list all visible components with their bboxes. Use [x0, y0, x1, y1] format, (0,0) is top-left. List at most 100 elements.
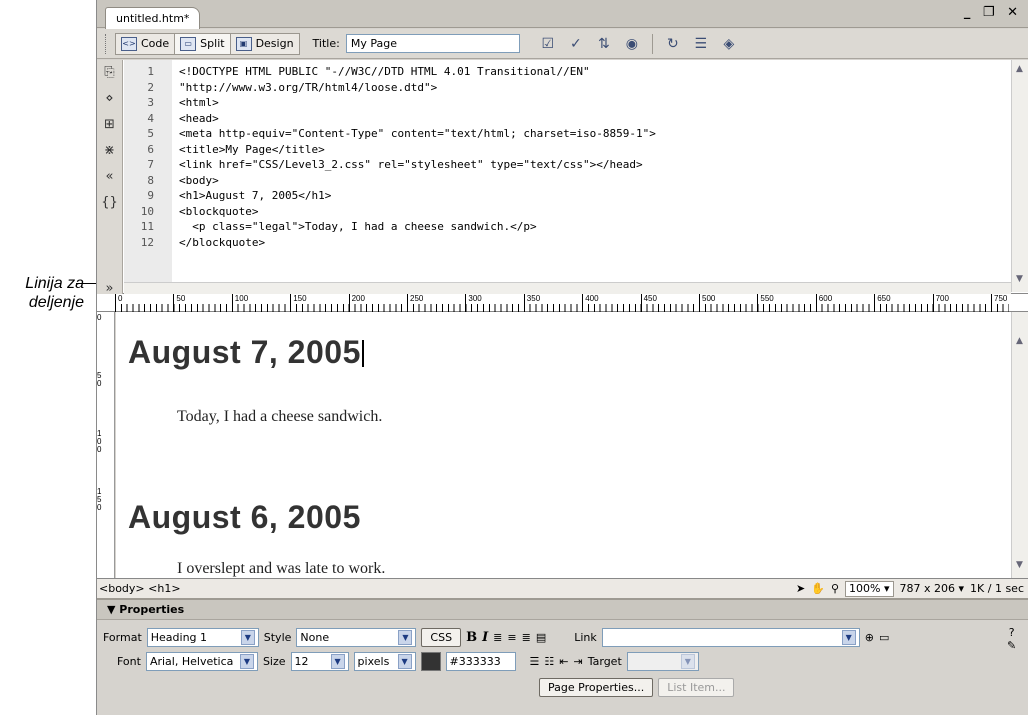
indent-icon[interactable]: ⇥ — [574, 655, 583, 668]
zoom-select[interactable]: 100% ▾ — [845, 580, 894, 597]
code-line[interactable]: <blockquote> — [179, 204, 1009, 220]
properties-header[interactable]: ▼ Properties — [97, 600, 1028, 620]
ruler-mark: 200 — [348, 294, 365, 312]
heading-august-7-text: August 7, 2005 — [128, 334, 361, 370]
scroll-up-icon[interactable]: ▲ — [1016, 336, 1023, 346]
scroll-up-icon[interactable]: ▲ — [1016, 64, 1023, 74]
format-select[interactable]: Heading 1 ▼ — [146, 628, 259, 647]
bold-button[interactable]: B — [466, 630, 477, 645]
font-label: Font — [117, 655, 141, 668]
text-color-input[interactable]: #333333 — [445, 652, 516, 671]
code-line[interactable]: <link href="CSS/Level3_2.css" rel="style… — [179, 157, 1009, 173]
align-center-icon[interactable]: ≡ — [507, 631, 516, 644]
document-tab[interactable]: untitled.htm* — [105, 7, 201, 29]
zoom-value: 100% — [849, 581, 881, 595]
code-line[interactable]: <body> — [179, 173, 1009, 189]
align-justify-icon[interactable]: ▤ — [536, 631, 546, 644]
expand-all-icon[interactable]: ⋇ — [97, 138, 122, 164]
quick-tag-editor-icon[interactable]: ✎ — [1007, 639, 1016, 652]
target-select[interactable]: ▼ — [626, 652, 699, 671]
toolbar-grip[interactable] — [105, 33, 109, 54]
paragraph-today[interactable]: Today, I had a cheese sandwich. — [177, 408, 382, 426]
scroll-down-icon[interactable]: ▼ — [1016, 274, 1023, 284]
heading-august-6[interactable]: August 6, 2005 — [128, 499, 361, 536]
browse-folder-icon[interactable]: ▭ — [879, 631, 889, 644]
validate-icon[interactable]: ☑ — [534, 36, 562, 52]
design-view-button[interactable]: ▣ Design — [229, 32, 300, 55]
collapse-tag-icon[interactable]: ⋄ — [97, 86, 122, 112]
unit-select[interactable]: pixels ▼ — [353, 652, 416, 671]
code-line[interactable]: <h1>August 7, 2005</h1> — [179, 188, 1009, 204]
vruler-mark: 5 0 — [97, 371, 102, 388]
ruler-mark: 450 — [640, 294, 657, 312]
select-parent-tag-icon[interactable]: « — [97, 164, 122, 190]
code-horizontal-scrollbar[interactable] — [124, 282, 1011, 294]
outdent-icon[interactable]: ⇤ — [559, 655, 568, 668]
select-tool-icon[interactable]: ➤ — [796, 582, 805, 595]
size-select[interactable]: 12 ▼ — [290, 652, 349, 671]
css-button[interactable]: CSS — [421, 628, 462, 647]
refresh-icon[interactable]: ↻ — [659, 36, 687, 52]
chevron-down-icon: ▼ — [397, 654, 412, 669]
size-value: 12 — [294, 655, 309, 668]
italic-button[interactable]: I — [482, 630, 488, 645]
code-line[interactable]: <meta http-equiv="Content-Type" content=… — [179, 126, 1009, 142]
restore-icon[interactable]: ❐ — [983, 5, 999, 20]
ordered-list-icon[interactable]: ☷ — [544, 655, 554, 668]
design-view[interactable]: August 7, 2005 Today, I had a cheese san… — [116, 312, 1012, 578]
code-line[interactable]: <head> — [179, 111, 1009, 127]
align-left-icon[interactable]: ≣ — [493, 631, 502, 644]
list-item-button[interactable]: List Item... — [658, 678, 735, 697]
open-documents-icon[interactable]: ⎘ — [97, 60, 122, 86]
code-vertical-scrollbar[interactable]: ▲ ▼ — [1011, 60, 1028, 292]
close-icon[interactable]: ✕ — [1007, 5, 1022, 20]
code-line[interactable]: </blockquote> — [179, 235, 1009, 251]
font-select[interactable]: Arial, Helvetica ▼ — [145, 652, 258, 671]
preview-browser-icon[interactable]: ◉ — [618, 36, 646, 52]
align-right-icon[interactable]: ≣ — [522, 631, 531, 644]
page-title-input[interactable] — [345, 34, 520, 53]
code-view-button[interactable]: <> Code — [115, 32, 176, 55]
toolbar-separator — [651, 33, 653, 54]
window-size-select[interactable]: 787 x 206 ▾ — [900, 582, 965, 595]
tag-selector[interactable]: <body> <h1> — [99, 582, 796, 595]
chevron-down-icon: ▼ — [330, 654, 345, 669]
page-properties-button[interactable]: Page Properties... — [539, 678, 654, 697]
chevron-down-icon: ▼ — [841, 630, 856, 645]
code-editor[interactable]: <!DOCTYPE HTML PUBLIC "-//W3C//DTD HTML … — [179, 64, 1009, 250]
hand-tool-icon[interactable]: ✋ — [811, 582, 825, 595]
code-line[interactable]: <html> — [179, 95, 1009, 111]
view-options-icon[interactable]: ☰ — [687, 36, 715, 52]
file-management-icon[interactable]: ⇅ — [590, 36, 618, 52]
zoom-tool-icon[interactable]: ⚲ — [831, 582, 839, 595]
split-view-button[interactable]: ▭ Split — [174, 32, 231, 55]
code-line[interactable]: "http://www.w3.org/TR/html4/loose.dtd"> — [179, 80, 1009, 96]
ruler-mark: 0 — [115, 294, 122, 312]
code-line[interactable]: <p class="legal">Today, I had a cheese s… — [179, 219, 1009, 235]
code-view-label: Code — [141, 37, 170, 50]
scroll-down-icon[interactable]: ▼ — [1016, 560, 1023, 570]
visual-aids-icon[interactable]: ◈ — [715, 36, 743, 52]
text-color-swatch[interactable] — [420, 652, 441, 671]
minimize-icon[interactable]: _ — [964, 5, 975, 20]
collapse-selection-icon[interactable]: ⊞ — [97, 112, 122, 138]
unordered-list-icon[interactable]: ☰ — [530, 655, 540, 668]
ruler-mark: 50 — [173, 294, 185, 312]
link-input[interactable]: ▼ — [601, 628, 860, 647]
heading-august-7[interactable]: August 7, 2005 — [128, 334, 364, 371]
code-line[interactable]: <title>My Page</title> — [179, 142, 1009, 158]
window-size-value: 787 x 206 — [899, 582, 956, 595]
code-line[interactable]: <!DOCTYPE HTML PUBLIC "-//W3C//DTD HTML … — [179, 64, 1009, 80]
line-number: 4 — [147, 111, 154, 125]
status-bar: <body> <h1> ➤ ✋ ⚲ 100% ▾ 787 x 206 ▾ 1K … — [97, 578, 1028, 598]
style-select[interactable]: None ▼ — [296, 628, 417, 647]
point-to-file-icon[interactable]: ⊕ — [865, 631, 874, 644]
code-pane[interactable]: ⎘ ⋄ ⊞ ⋇ « {} » 1 2 3 4 5 6 7 8 9 10 11 12 <!DOCTYPE… — [97, 60, 1028, 296]
browser-check-icon[interactable]: ✓ — [562, 36, 590, 52]
paragraph-overslept[interactable]: I overslept and was late to work. — [177, 560, 385, 578]
design-vertical-scrollbar[interactable]: ▲ ▼ — [1011, 312, 1028, 578]
chevron-down-icon: ▼ — [680, 654, 695, 669]
balance-braces-icon[interactable]: {} — [97, 190, 122, 216]
help-icon[interactable]: ? — [1009, 626, 1015, 639]
text-cursor — [361, 340, 364, 367]
